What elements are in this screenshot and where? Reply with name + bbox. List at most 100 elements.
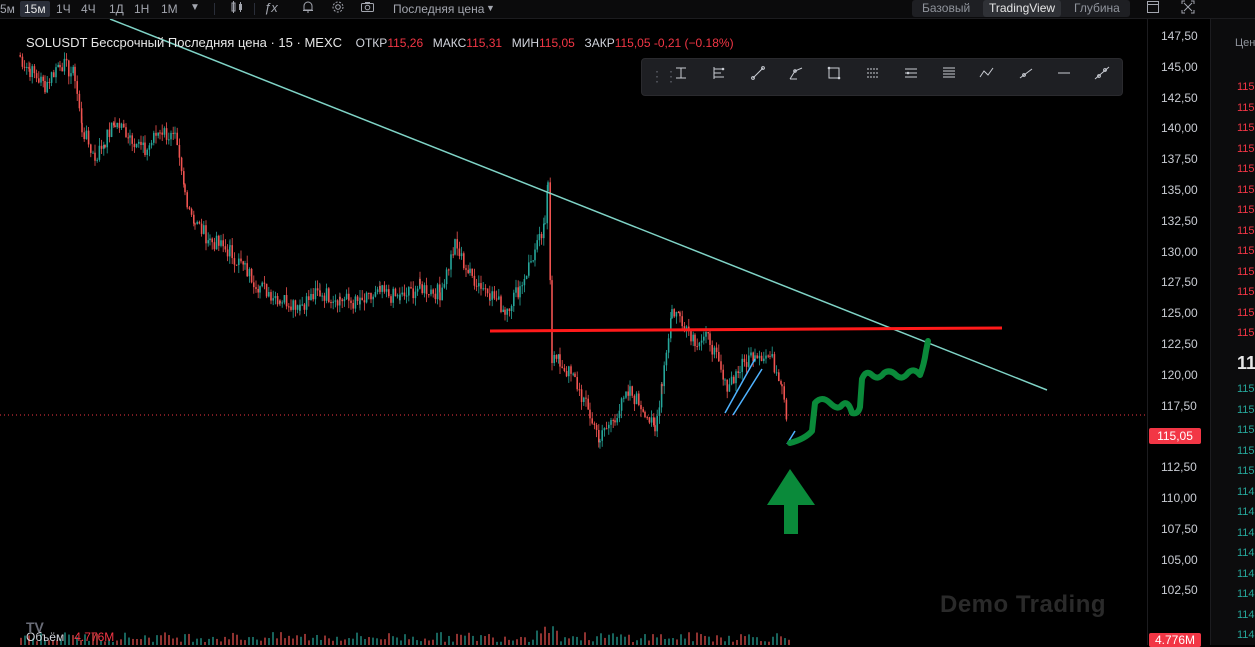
- indicators-icon[interactable]: ƒx: [264, 0, 278, 16]
- orderbook-bid-row[interactable]: 115: [1237, 383, 1255, 395]
- orderbook-bid-row[interactable]: 114,: [1237, 486, 1255, 498]
- volume-bar: [780, 636, 782, 645]
- price-type-select[interactable]: Последняя цена: [393, 1, 484, 17]
- candle-body: [87, 130, 90, 145]
- candle-body: [74, 66, 76, 82]
- orderbook-ask-row[interactable]: 115: [1237, 102, 1255, 114]
- parallel-channel-icon[interactable]: [865, 65, 889, 89]
- volume-bar: [352, 638, 354, 645]
- orderbook-bid-row[interactable]: 114,: [1237, 629, 1255, 641]
- chevron-down-icon[interactable]: ▼: [486, 0, 495, 16]
- orderbook-bid-row[interactable]: 115,: [1237, 424, 1255, 436]
- orderbook-bid-row[interactable]: 114,: [1237, 609, 1255, 621]
- ray-icon[interactable]: [1018, 65, 1042, 89]
- candle-body: [557, 354, 560, 359]
- candle-body: [454, 239, 456, 255]
- interval-15m[interactable]: 15м: [20, 1, 50, 17]
- zigzag-icon[interactable]: [979, 65, 1003, 89]
- settings-icon[interactable]: [331, 0, 345, 18]
- orderbook-bid-row[interactable]: 114,: [1237, 568, 1255, 580]
- candle-body: [618, 410, 621, 419]
- chart-canvas[interactable]: [0, 19, 1147, 645]
- demo-watermark: Demo Trading: [940, 591, 1107, 618]
- volume-bar: [468, 632, 470, 645]
- volume-bar: [776, 633, 778, 645]
- orderbook-ask-row[interactable]: 115: [1237, 225, 1255, 237]
- price-tick: 122,50: [1161, 337, 1198, 351]
- candle-body: [63, 58, 66, 72]
- fib-channel-icon[interactable]: [903, 65, 927, 89]
- camera-icon[interactable]: [360, 0, 375, 18]
- price-chart[interactable]: SOLUSDT Бессрочный Последняя цена · 15 ·…: [0, 19, 1147, 645]
- candle-body: [591, 418, 593, 424]
- low-value: 115,05: [539, 36, 575, 50]
- candle-body: [563, 367, 566, 371]
- extended-line-icon[interactable]: [1094, 65, 1118, 89]
- candle-body: [739, 372, 741, 374]
- candle-body: [207, 240, 209, 244]
- orderbook-ask-row[interactable]: 115: [1237, 245, 1255, 257]
- candles-icon[interactable]: [230, 0, 244, 18]
- volume-bar: [536, 630, 538, 645]
- volume-bar: [208, 638, 210, 645]
- orderbook-bid-row[interactable]: 114,: [1237, 527, 1255, 539]
- candle-body: [176, 132, 178, 145]
- interval-1mo[interactable]: 1М: [161, 1, 178, 17]
- horizontal-lines-icon[interactable]: [941, 65, 965, 89]
- candle-body: [259, 286, 261, 293]
- volume-bar: [668, 638, 670, 645]
- price-tick: 117,50: [1161, 398, 1197, 413]
- candle-body: [76, 81, 78, 94]
- fullscreen-icon[interactable]: [1181, 0, 1195, 18]
- candle-body: [460, 253, 463, 257]
- volume-bar: [264, 637, 266, 645]
- horizontal-line-icon[interactable]: [1056, 65, 1080, 89]
- volume-bar: [428, 640, 430, 645]
- interval-1w[interactable]: 1Н: [134, 1, 149, 17]
- volume-bar: [236, 634, 238, 645]
- candle-body: [114, 125, 116, 128]
- orderbook-ask-row[interactable]: 115: [1237, 184, 1255, 196]
- orderbook-ask-row[interactable]: 115: [1237, 204, 1255, 216]
- layout-icon[interactable]: [1146, 0, 1160, 18]
- volume-bar: [140, 639, 142, 645]
- interval-4h[interactable]: 4Ч: [81, 1, 96, 17]
- view-mode-depth[interactable]: Глубина: [1074, 0, 1120, 17]
- orderbook-bid-row[interactable]: 115,: [1237, 404, 1255, 416]
- orderbook-bid-row[interactable]: 115,: [1237, 465, 1255, 477]
- candle-body: [775, 372, 778, 374]
- candle-body: [339, 296, 341, 300]
- candle-body: [368, 292, 370, 294]
- rectangle-icon[interactable]: [826, 65, 850, 89]
- orderbook-ask-row[interactable]: 115: [1237, 163, 1255, 175]
- chevron-down-icon[interactable]: ▼: [190, 0, 200, 16]
- candle-body: [381, 285, 383, 292]
- orderbook-ask-row[interactable]: 115: [1237, 327, 1255, 339]
- orderbook-ask-row[interactable]: 115: [1237, 122, 1255, 134]
- alert-icon[interactable]: [301, 0, 315, 18]
- view-mode-basic[interactable]: Базовый: [922, 0, 970, 17]
- orderbook-ask-row[interactable]: 115: [1237, 307, 1255, 319]
- interval-5m[interactable]: 5м: [0, 1, 15, 17]
- candle-body: [83, 132, 85, 140]
- price-tick: 137,50: [1161, 152, 1198, 167]
- trend-line-icon[interactable]: [750, 65, 774, 89]
- orderbook-ask-row[interactable]: 115: [1237, 81, 1255, 93]
- interval-1d[interactable]: 1Д: [109, 1, 124, 17]
- interval-1h[interactable]: 1Ч: [56, 1, 71, 17]
- orderbook-ask-row[interactable]: 115: [1237, 143, 1255, 155]
- volume-bar: [340, 640, 342, 645]
- orderbook-bid-row[interactable]: 115,: [1237, 445, 1255, 457]
- view-mode-tradingview[interactable]: TradingView: [983, 0, 1062, 17]
- path-icon[interactable]: [788, 65, 812, 89]
- orderbook-ask-row[interactable]: 115: [1237, 266, 1255, 278]
- orderbook-bid-row[interactable]: 114,: [1237, 547, 1255, 559]
- orderbook-bid-row[interactable]: 114,: [1237, 506, 1255, 518]
- current-price-tag: 115,05: [1149, 428, 1201, 444]
- fib-icon[interactable]: [711, 65, 735, 89]
- cross-line-icon[interactable]: [673, 65, 697, 89]
- orderbook-bid-row[interactable]: 114,: [1237, 588, 1255, 600]
- orderbook-ask-row[interactable]: 115: [1237, 286, 1255, 298]
- price-axis[interactable]: 147,50 145,00 142,50 140,00 137,50 135,00 132,…: [1147, 19, 1210, 647]
- candle-body: [763, 358, 765, 362]
